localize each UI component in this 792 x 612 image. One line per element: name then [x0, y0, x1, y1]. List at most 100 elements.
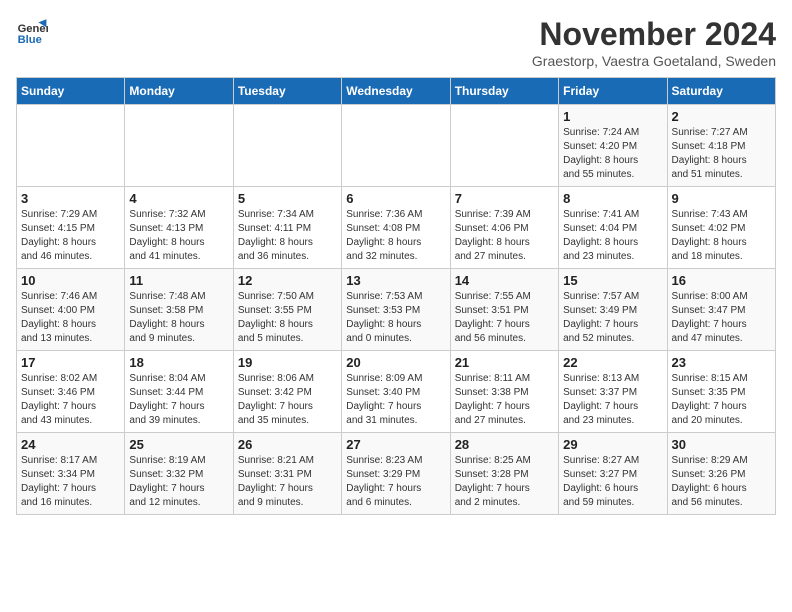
- weekday-header-sunday: Sunday: [17, 78, 125, 105]
- calendar-cell: 17 Sunrise: 8:02 AM Sunset: 3:46 PM Dayli…: [17, 351, 125, 433]
- logo-icon: General Blue: [16, 16, 48, 48]
- calendar-cell: 7 Sunrise: 7:39 AM Sunset: 4:06 PM Daylig…: [450, 187, 558, 269]
- day-number: 11: [129, 273, 228, 288]
- day-info: Sunrise: 8:02 AM Sunset: 3:46 PM Dayligh…: [21, 372, 120, 428]
- calendar-cell: 9 Sunrise: 7:43 AM Sunset: 4:02 PM Daylig…: [667, 187, 775, 269]
- title-block: November 2024 Graestorp, Vaestra Goetala…: [532, 16, 776, 69]
- calendar-cell: [450, 105, 558, 187]
- day-info: Sunrise: 7:48 AM Sunset: 3:58 PM Dayligh…: [129, 290, 228, 346]
- day-info: Sunrise: 8:15 AM Sunset: 3:35 PM Dayligh…: [672, 372, 771, 428]
- day-number: 3: [21, 191, 120, 206]
- calendar-cell: 16 Sunrise: 8:00 AM Sunset: 3:47 PM Dayli…: [667, 269, 775, 351]
- day-number: 6: [346, 191, 445, 206]
- day-info: Sunrise: 7:43 AM Sunset: 4:02 PM Dayligh…: [672, 208, 771, 264]
- calendar-cell: 14 Sunrise: 7:55 AM Sunset: 3:51 PM Dayli…: [450, 269, 558, 351]
- day-number: 1: [563, 109, 662, 124]
- calendar-cell: 25 Sunrise: 8:19 AM Sunset: 3:32 PM Dayli…: [125, 433, 233, 515]
- day-number: 28: [455, 437, 554, 452]
- day-info: Sunrise: 8:23 AM Sunset: 3:29 PM Dayligh…: [346, 454, 445, 510]
- day-info: Sunrise: 8:11 AM Sunset: 3:38 PM Dayligh…: [455, 372, 554, 428]
- weekday-header-saturday: Saturday: [667, 78, 775, 105]
- day-info: Sunrise: 8:17 AM Sunset: 3:34 PM Dayligh…: [21, 454, 120, 510]
- day-number: 12: [238, 273, 337, 288]
- weekday-header-wednesday: Wednesday: [342, 78, 450, 105]
- day-number: 7: [455, 191, 554, 206]
- day-info: Sunrise: 7:55 AM Sunset: 3:51 PM Dayligh…: [455, 290, 554, 346]
- weekday-header-tuesday: Tuesday: [233, 78, 341, 105]
- day-number: 2: [672, 109, 771, 124]
- calendar-table: SundayMondayTuesdayWednesdayThursdayFrid…: [16, 77, 776, 515]
- day-number: 9: [672, 191, 771, 206]
- day-number: 5: [238, 191, 337, 206]
- calendar-cell: 12 Sunrise: 7:50 AM Sunset: 3:55 PM Dayli…: [233, 269, 341, 351]
- calendar-cell: 23 Sunrise: 8:15 AM Sunset: 3:35 PM Dayli…: [667, 351, 775, 433]
- calendar-cell: 29Sunrise: 8:27 AM Sunset: 3:27 PM Dayli…: [559, 433, 667, 515]
- day-info: Sunrise: 8:29 AM Sunset: 3:26 PM Dayligh…: [672, 454, 771, 510]
- calendar-cell: [233, 105, 341, 187]
- calendar-cell: 11 Sunrise: 7:48 AM Sunset: 3:58 PM Dayli…: [125, 269, 233, 351]
- weekday-header-thursday: Thursday: [450, 78, 558, 105]
- day-info: Sunrise: 8:19 AM Sunset: 3:32 PM Dayligh…: [129, 454, 228, 510]
- day-info: Sunrise: 7:53 AM Sunset: 3:53 PM Dayligh…: [346, 290, 445, 346]
- calendar-cell: 3 Sunrise: 7:29 AM Sunset: 4:15 PM Daylig…: [17, 187, 125, 269]
- day-number: 25: [129, 437, 228, 452]
- day-info: Sunrise: 7:34 AM Sunset: 4:11 PM Dayligh…: [238, 208, 337, 264]
- day-number: 24: [21, 437, 120, 452]
- day-number: 26: [238, 437, 337, 452]
- day-number: 4: [129, 191, 228, 206]
- calendar-cell: 20 Sunrise: 8:09 AM Sunset: 3:40 PM Dayli…: [342, 351, 450, 433]
- calendar-cell: 18 Sunrise: 8:04 AM Sunset: 3:44 PM Dayli…: [125, 351, 233, 433]
- month-title: November 2024: [532, 16, 776, 53]
- calendar-cell: 22 Sunrise: 8:13 AM Sunset: 3:37 PM Dayli…: [559, 351, 667, 433]
- calendar-cell: 13 Sunrise: 7:53 AM Sunset: 3:53 PM Dayli…: [342, 269, 450, 351]
- day-info: Sunrise: 7:46 AM Sunset: 4:00 PM Dayligh…: [21, 290, 120, 346]
- day-info: Sunrise: 7:36 AM Sunset: 4:08 PM Dayligh…: [346, 208, 445, 264]
- day-number: 27: [346, 437, 445, 452]
- svg-text:Blue: Blue: [18, 34, 42, 46]
- day-number: 23: [672, 355, 771, 370]
- day-info: Sunrise: 8:25 AM Sunset: 3:28 PM Dayligh…: [455, 454, 554, 510]
- calendar-cell: 30 Sunrise: 8:29 AM Sunset: 3:26 PM Dayli…: [667, 433, 775, 515]
- day-info: Sunrise: 8:00 AM Sunset: 3:47 PM Dayligh…: [672, 290, 771, 346]
- calendar-cell: [342, 105, 450, 187]
- day-number: 10: [21, 273, 120, 288]
- calendar-cell: 5 Sunrise: 7:34 AM Sunset: 4:11 PM Daylig…: [233, 187, 341, 269]
- day-info: Sunrise: 7:32 AM Sunset: 4:13 PM Dayligh…: [129, 208, 228, 264]
- day-number: 29: [563, 437, 662, 452]
- day-info: Sunrise: 7:27 AM Sunset: 4:18 PM Dayligh…: [672, 126, 771, 182]
- weekday-header-monday: Monday: [125, 78, 233, 105]
- day-info: Sunrise: 8:09 AM Sunset: 3:40 PM Dayligh…: [346, 372, 445, 428]
- page-header: General Blue November 2024 Graestorp, Va…: [16, 16, 776, 69]
- day-number: 18: [129, 355, 228, 370]
- calendar-cell: 21 Sunrise: 8:11 AM Sunset: 3:38 PM Dayli…: [450, 351, 558, 433]
- calendar-cell: 2 Sunrise: 7:27 AM Sunset: 4:18 PM Daylig…: [667, 105, 775, 187]
- day-info: Sunrise: 8:04 AM Sunset: 3:44 PM Dayligh…: [129, 372, 228, 428]
- calendar-cell: 28 Sunrise: 8:25 AM Sunset: 3:28 PM Dayli…: [450, 433, 558, 515]
- day-number: 30: [672, 437, 771, 452]
- day-info: Sunrise: 8:21 AM Sunset: 3:31 PM Dayligh…: [238, 454, 337, 510]
- day-number: 19: [238, 355, 337, 370]
- day-info: Sunrise: 7:57 AM Sunset: 3:49 PM Dayligh…: [563, 290, 662, 346]
- day-number: 22: [563, 355, 662, 370]
- calendar-cell: 15 Sunrise: 7:57 AM Sunset: 3:49 PM Dayli…: [559, 269, 667, 351]
- day-info: Sunrise: 7:29 AM Sunset: 4:15 PM Dayligh…: [21, 208, 120, 264]
- day-number: 21: [455, 355, 554, 370]
- calendar-cell: 8Sunrise: 7:41 AM Sunset: 4:04 PM Daylig…: [559, 187, 667, 269]
- calendar-cell: 4 Sunrise: 7:32 AM Sunset: 4:13 PM Daylig…: [125, 187, 233, 269]
- calendar-cell: 24 Sunrise: 8:17 AM Sunset: 3:34 PM Dayli…: [17, 433, 125, 515]
- day-info: Sunrise: 7:39 AM Sunset: 4:06 PM Dayligh…: [455, 208, 554, 264]
- calendar-cell: 19 Sunrise: 8:06 AM Sunset: 3:42 PM Dayli…: [233, 351, 341, 433]
- day-number: 17: [21, 355, 120, 370]
- day-info: Sunrise: 7:50 AM Sunset: 3:55 PM Dayligh…: [238, 290, 337, 346]
- day-info: Sunrise: 8:13 AM Sunset: 3:37 PM Dayligh…: [563, 372, 662, 428]
- calendar-cell: 1 Sunrise: 7:24 AM Sunset: 4:20 PM Daylig…: [559, 105, 667, 187]
- calendar-cell: 6 Sunrise: 7:36 AM Sunset: 4:08 PM Daylig…: [342, 187, 450, 269]
- day-number: 16: [672, 273, 771, 288]
- day-info: Sunrise: 7:41 AM Sunset: 4:04 PM Dayligh…: [563, 208, 662, 264]
- day-number: 13: [346, 273, 445, 288]
- day-number: 15: [563, 273, 662, 288]
- day-info: Sunrise: 7:24 AM Sunset: 4:20 PM Dayligh…: [563, 126, 662, 182]
- day-info: Sunrise: 8:06 AM Sunset: 3:42 PM Dayligh…: [238, 372, 337, 428]
- day-number: 20: [346, 355, 445, 370]
- day-number: 14: [455, 273, 554, 288]
